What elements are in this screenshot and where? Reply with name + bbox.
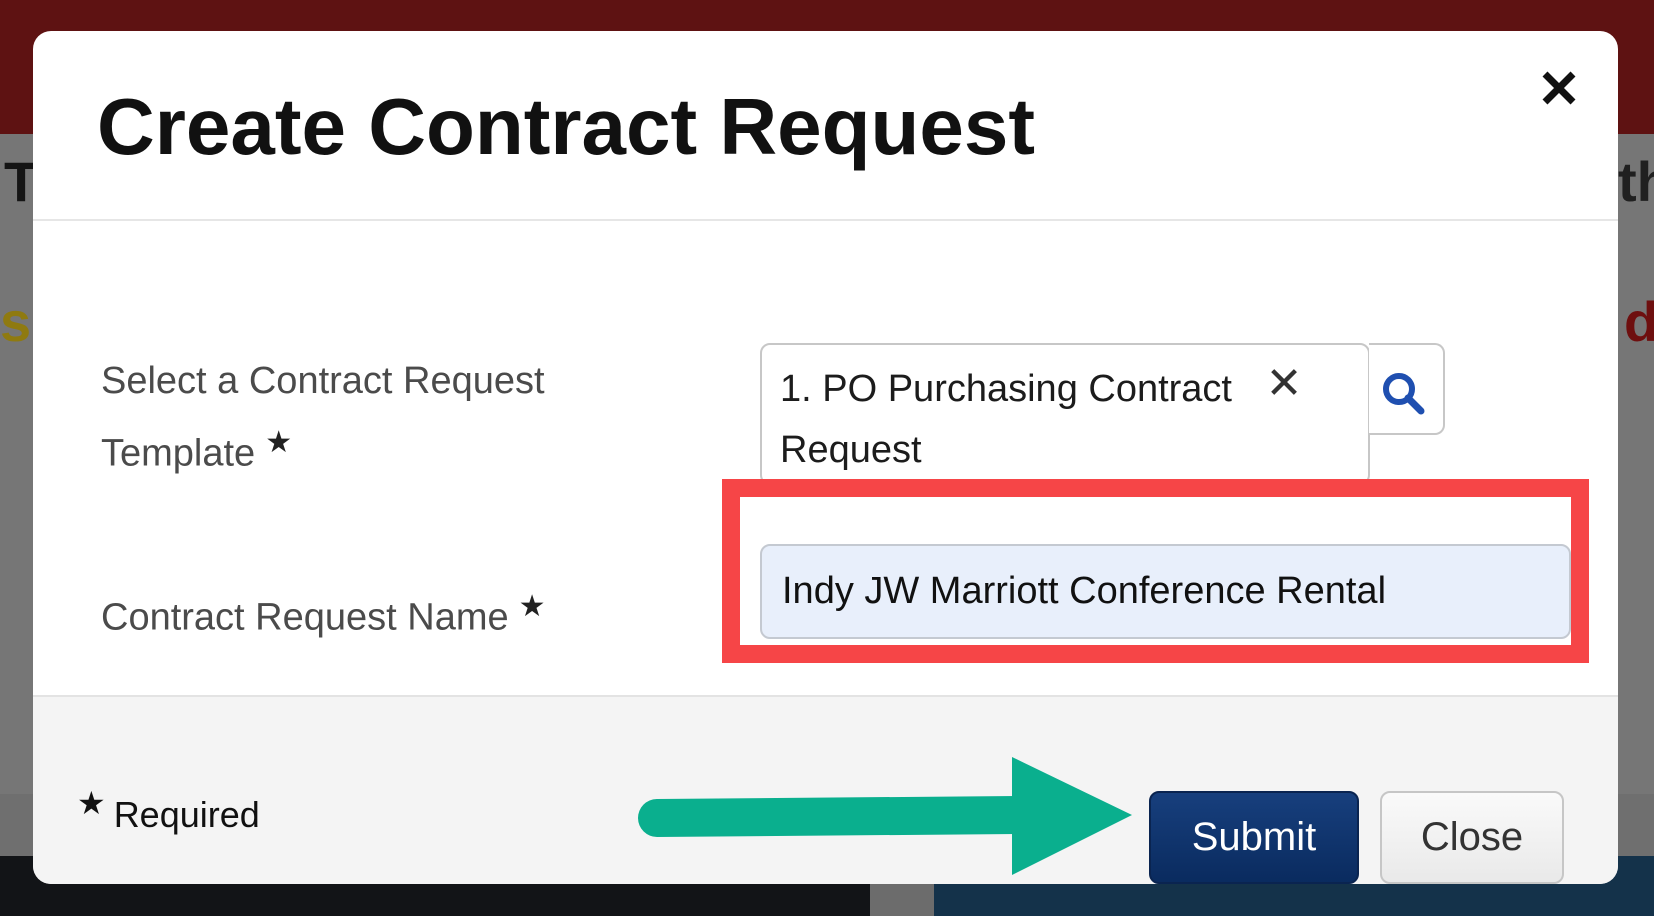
- contract-request-name-input[interactable]: [760, 544, 1571, 639]
- submit-button[interactable]: Submit: [1149, 791, 1359, 884]
- create-contract-request-dialog: Create Contract Request Select a Contrac…: [33, 31, 1618, 884]
- name-field-label: Contract Request Name ★: [101, 576, 546, 649]
- required-star-icon: ★: [265, 426, 293, 459]
- dialog-header: Create Contract Request: [33, 31, 1618, 221]
- arrow-annotation-icon: [638, 757, 1132, 875]
- background-text-fragment: s: [0, 290, 32, 353]
- background-text-fragment: th: [1618, 150, 1654, 213]
- required-note-text: Required: [113, 794, 260, 835]
- template-field-label-text: Select a Contract Request Template: [101, 360, 545, 475]
- required-note: ★ Required: [77, 781, 260, 837]
- template-select-field[interactable]: 1. PO Purchasing Contract Request ✕: [760, 343, 1370, 485]
- page: T s th d Create Contract Request Select …: [0, 0, 1654, 916]
- close-button[interactable]: Close: [1380, 791, 1564, 884]
- background-text-fragment: d: [1624, 290, 1654, 353]
- dialog-title: Create Contract Request: [97, 82, 1036, 171]
- dialog-footer: ★ Required Submit Close: [33, 695, 1618, 884]
- search-icon: [1383, 373, 1425, 415]
- close-x-glyph: [1542, 71, 1576, 105]
- close-icon[interactable]: [1533, 65, 1585, 117]
- name-field-label-text: Contract Request Name: [101, 596, 509, 639]
- template-search-button[interactable]: [1369, 343, 1445, 435]
- template-field-label: Select a Contract Request Template ★: [101, 350, 641, 485]
- clear-selection-icon[interactable]: ✕: [1262, 359, 1306, 409]
- required-star-icon: ★: [77, 785, 106, 821]
- template-select-value: 1. PO Purchasing Contract Request: [780, 368, 1232, 471]
- required-star-icon: ★: [518, 590, 546, 623]
